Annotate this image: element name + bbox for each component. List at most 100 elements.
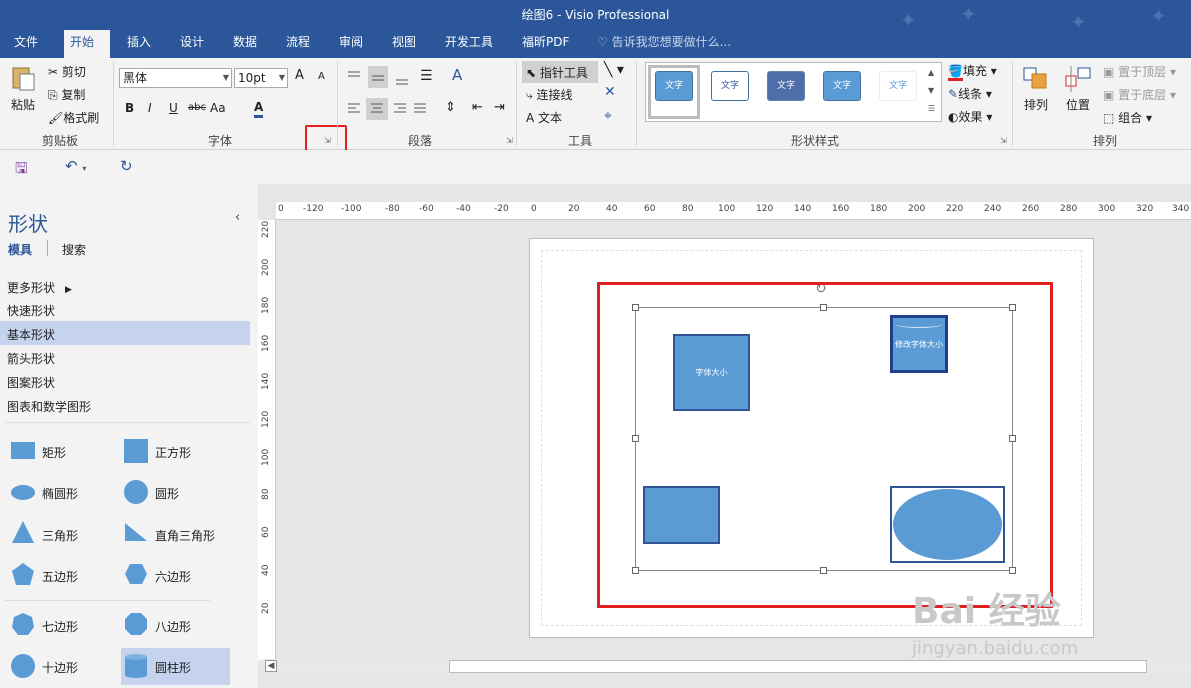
ruler-label: 240	[984, 204, 1002, 214]
shape-styles-dialog-launcher-icon[interactable]: ⇲	[1000, 136, 1007, 145]
ruler-label: 120	[756, 204, 774, 214]
category-chart-math[interactable]: 图表和数学图形	[7, 398, 91, 415]
tab-search[interactable]: 搜索	[62, 241, 86, 258]
pointer-tool-button[interactable]: ⬉ 指针工具	[522, 61, 598, 83]
font-dialog-launcher-icon[interactable]: ⇲	[324, 136, 331, 145]
gallery-scroll-icon[interactable]: ▲ ▼ ☰	[928, 64, 935, 118]
tab-data[interactable]: 数据	[227, 30, 263, 58]
ruler-label: 340	[1172, 204, 1190, 214]
lightbulb-icon: ♡	[597, 35, 612, 49]
format-painter-button[interactable]: 🖌格式刷	[48, 109, 99, 126]
paste-icon[interactable]	[10, 64, 40, 92]
shape-style-option[interactable]: 文字	[823, 71, 861, 101]
close-icon[interactable]: ✕	[604, 84, 616, 100]
horizontal-ruler: 0 -120 -100 -80 -60 -40 -20 0 20 40 60 8…	[276, 202, 1191, 220]
cut-button[interactable]: ✂ 剪切	[48, 63, 86, 80]
ruler-label: 160	[832, 204, 850, 214]
highlight-box	[597, 282, 1053, 608]
increase-indent-icon[interactable]: ⇥	[494, 100, 505, 115]
shrink-font-button[interactable]: A	[318, 71, 325, 82]
tell-me-box[interactable]: ♡ 告诉我您想要做什么...	[597, 30, 731, 56]
tab-file[interactable]: 文件	[8, 30, 44, 58]
redo-icon[interactable]: ↻	[120, 157, 133, 175]
line-button[interactable]: ✎线条 ▾	[948, 85, 992, 102]
tab-design[interactable]: 设计	[174, 30, 210, 58]
divider	[5, 600, 210, 601]
position-button[interactable]: 位置	[1066, 96, 1090, 113]
line-spacing-icon[interactable]: ⇕	[445, 100, 456, 115]
shape-style-option[interactable]: 文字	[711, 71, 749, 101]
scrollbar-thumb[interactable]	[449, 660, 1147, 673]
ruler-label: -120	[303, 204, 324, 214]
send-back-icon: ▣	[1103, 88, 1119, 102]
copy-icon: ⎘	[48, 88, 62, 102]
paste-button[interactable]: 粘贴	[11, 96, 35, 113]
category-quick-shapes[interactable]: 快速形状	[7, 302, 55, 319]
shape-style-option[interactable]: 文字	[767, 71, 805, 101]
shape-styles-group-label: 形状样式	[790, 134, 839, 148]
bring-to-front-button[interactable]: ▣ 置于顶层 ▾	[1103, 63, 1176, 80]
scroll-left-icon[interactable]: ◀	[265, 660, 277, 672]
arrange-button[interactable]: 排列	[1024, 96, 1048, 113]
connection-point-icon[interactable]: ⌖	[604, 108, 612, 124]
tell-me-text: 告诉我您想要做什么...	[611, 35, 732, 49]
tab-foxit-pdf[interactable]: 福昕PDF	[516, 30, 575, 58]
undo-icon[interactable]: ↶ ▾	[65, 157, 86, 175]
bullets-icon[interactable]: ☰	[420, 68, 433, 84]
ruler-label: 140	[794, 204, 812, 214]
change-case-button[interactable]: Aa	[210, 101, 226, 115]
text-tool-button[interactable]: A 文本	[526, 109, 562, 126]
shape-style-option[interactable]: 文字	[655, 71, 693, 101]
rectangle-icon	[11, 442, 35, 459]
connector-button[interactable]: ⤷ 连接线	[526, 86, 573, 103]
category-arrow-shapes[interactable]: 箭头形状	[7, 350, 55, 367]
group-button[interactable]: ⬚ 组合 ▾	[1103, 109, 1152, 126]
position-icon[interactable]	[1064, 66, 1094, 92]
tab-stencils[interactable]: 模具	[8, 241, 32, 258]
line-tool-icon[interactable]: ╲ ▾	[604, 62, 624, 78]
category-more-shapes[interactable]: 更多形状 ▶	[7, 279, 72, 296]
copy-button[interactable]: ⎘ 复制	[48, 86, 85, 103]
right-triangle-icon	[125, 523, 147, 541]
grow-font-button[interactable]: A	[295, 68, 304, 83]
category-basic-shapes[interactable]: 基本形状	[7, 326, 55, 343]
shape-style-option[interactable]: 文字	[879, 71, 917, 101]
collapse-panel-icon[interactable]: ‹	[235, 210, 240, 225]
bold-button[interactable]: B	[125, 101, 134, 115]
ruler-label: 160	[261, 334, 271, 352]
tab-view[interactable]: 视图	[386, 30, 422, 58]
tab-process[interactable]: 流程	[280, 30, 316, 58]
italic-button[interactable]: I	[148, 101, 152, 115]
ruler-label: 40	[606, 204, 618, 214]
paragraph-dialog-launcher-icon[interactable]: ⇲	[506, 136, 513, 145]
tab-home[interactable]: 开始	[64, 30, 110, 58]
font-group-label: 字体	[207, 134, 232, 148]
align-buttons[interactable]	[346, 98, 436, 122]
underline-button[interactable]: U	[169, 101, 178, 115]
align-top-buttons[interactable]	[346, 66, 408, 90]
save-icon[interactable]: 🖫	[15, 158, 28, 183]
ribbon-tabs: 文件 开始 插入 设计 数据 流程 审阅 视图 开发工具 福昕PDF	[0, 30, 1191, 58]
font-name-dropdown[interactable]: 黑体 ▼	[119, 68, 232, 88]
arrange-icon[interactable]	[1022, 66, 1050, 92]
ruler-label: 80	[682, 204, 694, 214]
ruler-label: 180	[870, 204, 888, 214]
text-direction-icon[interactable]: A	[452, 66, 462, 84]
effects-button[interactable]: ◐效果 ▾	[948, 108, 992, 125]
pointer-icon: ⬉	[526, 66, 540, 80]
heptagon-icon	[12, 613, 34, 635]
effects-icon: ◐	[948, 110, 959, 124]
tab-insert[interactable]: 插入	[121, 30, 157, 58]
strikethrough-button[interactable]: abc	[188, 102, 206, 113]
font-size-dropdown[interactable]: 10pt ▼	[234, 68, 288, 88]
baidu-watermark-logo: Bai 经验	[912, 591, 1061, 632]
bring-front-icon: ▣	[1103, 65, 1119, 79]
send-to-back-button[interactable]: ▣ 置于底层 ▾	[1103, 86, 1176, 103]
font-color-button[interactable]: A	[254, 100, 264, 118]
fill-button[interactable]: 🪣填充 ▾	[948, 62, 997, 81]
category-pattern-shapes[interactable]: 图案形状	[7, 374, 55, 391]
decrease-indent-icon[interactable]: ⇤	[472, 100, 483, 115]
tab-developer[interactable]: 开发工具	[439, 30, 499, 58]
ruler-label: 60	[644, 204, 656, 214]
tab-review[interactable]: 审阅	[333, 30, 369, 58]
